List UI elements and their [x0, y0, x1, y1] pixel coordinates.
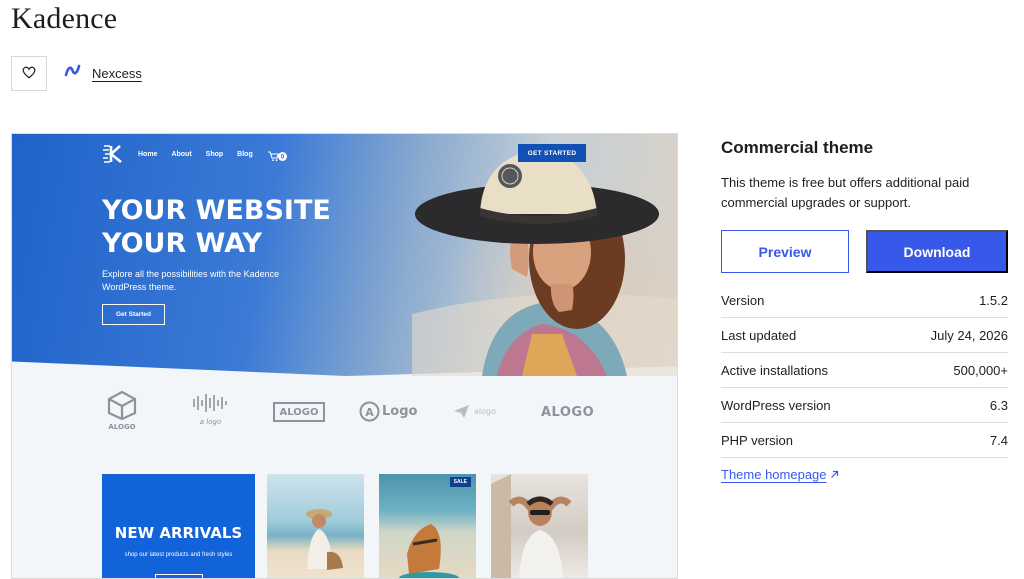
preview-new-arrivals-tile: NEW ARRIVALS shop our latest products an…: [102, 474, 255, 578]
kadence-logo-icon: [102, 144, 124, 164]
preview-nav-home: Home: [138, 150, 158, 158]
brand-logo-6: ALOGO: [541, 405, 595, 420]
preview-product-tile-3: [491, 474, 588, 578]
preview-get-started-button: Get Started: [102, 304, 165, 325]
nexcess-logo-icon: [64, 64, 81, 82]
arrow-up-right-icon: [830, 467, 839, 482]
meta-row-wordpress-version: WordPress version 6.3: [721, 388, 1008, 423]
cart-icon: 0: [267, 149, 287, 162]
theme-homepage-label: Theme homepage: [721, 467, 827, 482]
brand-logo-3: ALOGO: [273, 402, 325, 422]
meta-value: 7.4: [989, 432, 1008, 448]
meta-label: Version: [721, 292, 765, 308]
meta-row-version: Version 1.5.2: [721, 283, 1008, 318]
preview-nav-about: About: [171, 150, 192, 158]
preview-nav: Home About Shop Blog 0: [102, 144, 287, 164]
author-link[interactable]: Nexcess: [92, 66, 142, 81]
meta-value: July 24, 2026: [930, 327, 1008, 343]
svg-text:A: A: [365, 406, 374, 419]
preview-new-arrivals-button: [155, 574, 203, 578]
meta-label: Active installations: [721, 362, 828, 378]
theme-sidebar: Commercial theme This theme is free but …: [721, 135, 1008, 482]
preview-headline: YOUR WEBSITE YOUR WAY: [102, 194, 382, 260]
commercial-theme-title: Commercial theme: [721, 138, 874, 157]
author: Nexcess: [64, 64, 142, 82]
meta-row-last-updated: Last updated July 24, 2026: [721, 318, 1008, 353]
preview-subtext: Explore all the possibilities with the K…: [102, 269, 280, 292]
commercial-theme-description: This theme is free but offers additional…: [721, 175, 970, 210]
preview-new-arrivals-sub: shop our latest products and fresh style…: [124, 552, 233, 558]
brand-logo-1: ALOGO: [106, 390, 138, 431]
meta-value: 1.5.2: [979, 292, 1008, 308]
theme-title: Kadence: [11, 2, 118, 35]
preview-new-arrivals-title: NEW ARRIVALS: [114, 524, 243, 542]
preview-headline-line1: YOUR WEBSITE: [102, 195, 331, 226]
hero-photo: [412, 149, 677, 376]
sale-badge: SALE: [449, 477, 471, 487]
preview-headline-line2: YOUR WAY: [102, 228, 263, 259]
preview-product-tile-2: SALE: [379, 474, 476, 578]
download-button[interactable]: Download: [866, 230, 1008, 273]
preview-get-started-top: GET STARTED: [518, 144, 586, 162]
brand-logo-5: alogo: [453, 404, 496, 419]
meta-value: 500,000+: [953, 362, 1008, 378]
theme-homepage-link[interactable]: Theme homepage: [721, 467, 839, 482]
meta-label: PHP version: [721, 432, 794, 448]
meta-label: Last updated: [721, 327, 797, 343]
meta-row-php-version: PHP version 7.4: [721, 423, 1008, 458]
preview-button[interactable]: Preview: [721, 230, 849, 273]
meta-value: 6.3: [989, 397, 1008, 413]
preview-logo-strip: ALOGO a logo ALOGO A Logo alogo ALOGO: [102, 390, 602, 440]
meta-label: WordPress version: [721, 397, 831, 413]
heart-icon: [22, 66, 36, 82]
preview-nav-blog: Blog: [237, 150, 253, 158]
meta-row-active-installations: Active installations 500,000+: [721, 353, 1008, 388]
favorite-button[interactable]: [11, 56, 47, 91]
brand-logo-2: a logo: [188, 392, 233, 426]
theme-screenshot: Home About Shop Blog 0 GET STARTED YOUR …: [11, 133, 678, 579]
preview-product-tile-1: [267, 474, 364, 578]
theme-actions: Preview Download: [721, 230, 1008, 273]
preview-nav-shop: Shop: [205, 150, 224, 158]
theme-meta-table: Version 1.5.2 Last updated July 24, 2026…: [721, 283, 1008, 458]
brand-logo-4: A Logo: [359, 401, 417, 422]
